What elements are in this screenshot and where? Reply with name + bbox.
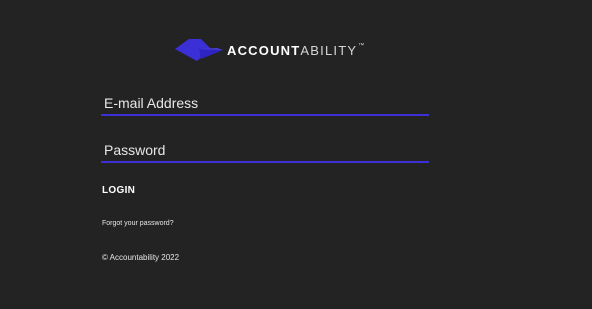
brand-wordmark-light: ABILITY [300, 42, 358, 58]
brand-logo: ACCOUNTABILITY™ [175, 37, 365, 63]
email-field-wrapper [101, 92, 429, 116]
forgot-password-link[interactable]: Forgot your password? [102, 220, 174, 227]
login-button[interactable]: LOGIN [102, 185, 135, 196]
diamond-chevron-logo-icon [175, 39, 223, 61]
password-field-wrapper [101, 139, 429, 163]
trademark-symbol: ™ [358, 42, 366, 49]
brand-wordmark: ACCOUNTABILITY™ [227, 42, 366, 58]
email-input[interactable] [101, 92, 429, 114]
copyright-text: © Accountability 2022 [102, 253, 180, 262]
brand-wordmark-strong: ACCOUNT [227, 42, 301, 58]
password-input[interactable] [101, 139, 429, 161]
